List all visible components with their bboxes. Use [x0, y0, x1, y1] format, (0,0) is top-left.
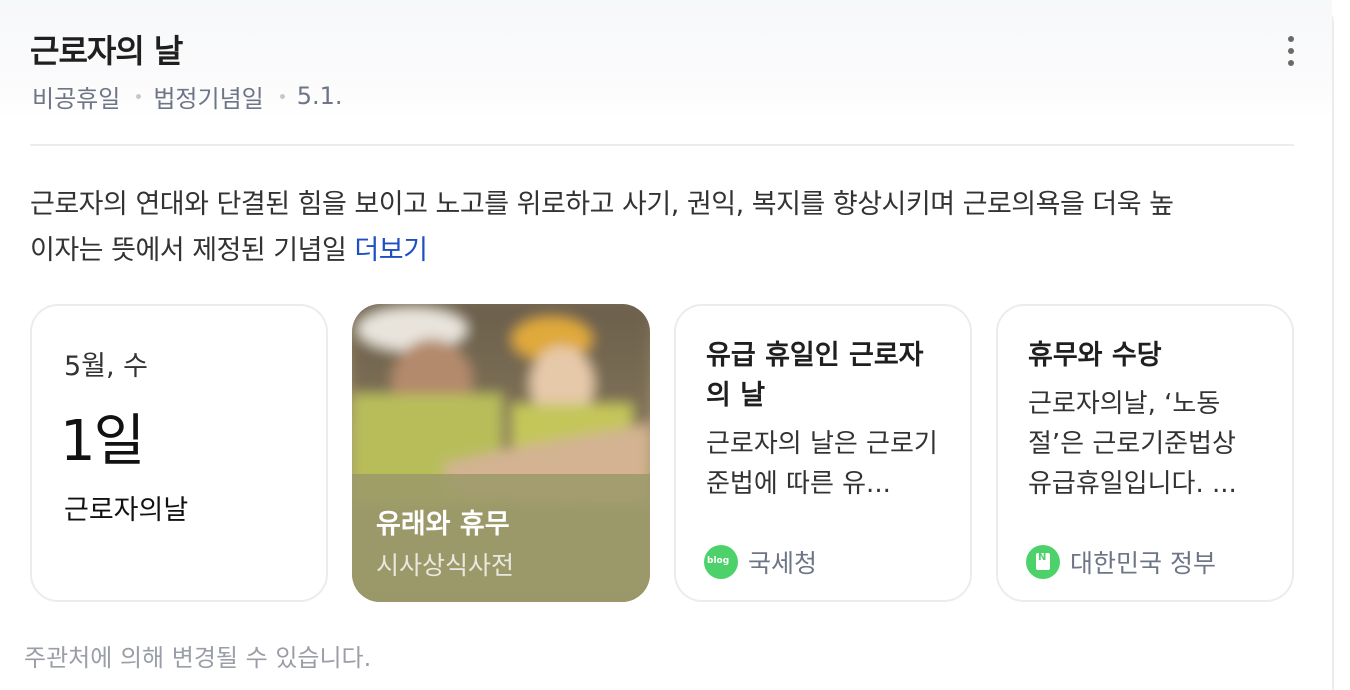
date-month-weekday: 5월, 수	[64, 351, 149, 382]
divider	[30, 144, 1294, 146]
article-card-paid-holiday[interactable]: 유급 휴일인 근로자의 날 근로자의 날은 근로기준법에 따른 유... blo…	[674, 304, 972, 602]
article-source-name: 대한민국 정부	[1070, 549, 1216, 578]
photo-card-title: 유래와 휴무	[376, 509, 510, 540]
article-source-name: 국세청	[748, 549, 818, 578]
naver-icon: N	[1026, 545, 1060, 579]
article-snippet: 근로자의날, ‘노동절’은 근로기준법상 유급휴일입니다. ...	[1028, 389, 1237, 499]
article-snippet: 근로자의 날은 근로기준법에 따른 유...	[706, 429, 938, 499]
page-title: 근로자의 날	[30, 32, 183, 70]
description-line-1: 근로자의 연대와 단결된 힘을 보이고 노고를 위로하고 사기, 권익, 복지를…	[30, 189, 1174, 220]
origin-photo-card[interactable]: 유래와 휴무 시사상식사전	[352, 304, 650, 602]
date-card[interactable]: 5월, 수 1일 근로자의날	[30, 304, 328, 602]
photo-card-source: 시사상식사전	[376, 551, 515, 580]
article-source: N 대한민국 정부	[1026, 544, 1216, 580]
holiday-date: 5.1.	[296, 82, 343, 110]
holiday-description: 근로자의 연대와 단결된 힘을 보이고 노고를 위로하고 사기, 권익, 복지를…	[30, 182, 1320, 274]
holiday-type: 비공휴일	[32, 84, 121, 113]
article-card-leave-allowance[interactable]: 휴무와 수당 근로자의날, ‘노동절’은 근로기준법상 유급휴일입니다. ...…	[996, 304, 1294, 602]
blog-icon: blog	[704, 545, 738, 579]
separator-dot	[279, 93, 285, 99]
more-link[interactable]: 더보기	[354, 235, 428, 266]
disclaimer-note: 주관처에 의해 변경될 수 있습니다.	[24, 644, 372, 672]
separator-dot	[136, 93, 142, 99]
article-source: blog 국세청	[704, 544, 817, 580]
holiday-category: 법정기념일	[153, 84, 264, 113]
article-title: 휴무와 수당	[1028, 340, 1162, 371]
holiday-meta: 비공휴일 법정기념일 5.1.	[32, 81, 343, 113]
date-day: 1일	[60, 409, 145, 474]
article-title: 유급 휴일인 근로자의 날	[706, 340, 924, 411]
description-line-2: 이자는 뜻에서 제정된 기념일	[30, 235, 347, 266]
holiday-panel: 근로자의 날 비공휴일 법정기념일 5.1. 근로자의 연대와 단결된 힘을 보…	[0, 0, 1334, 690]
date-holiday-name: 근로자의날	[64, 495, 189, 526]
more-options-icon[interactable]	[1276, 34, 1306, 68]
